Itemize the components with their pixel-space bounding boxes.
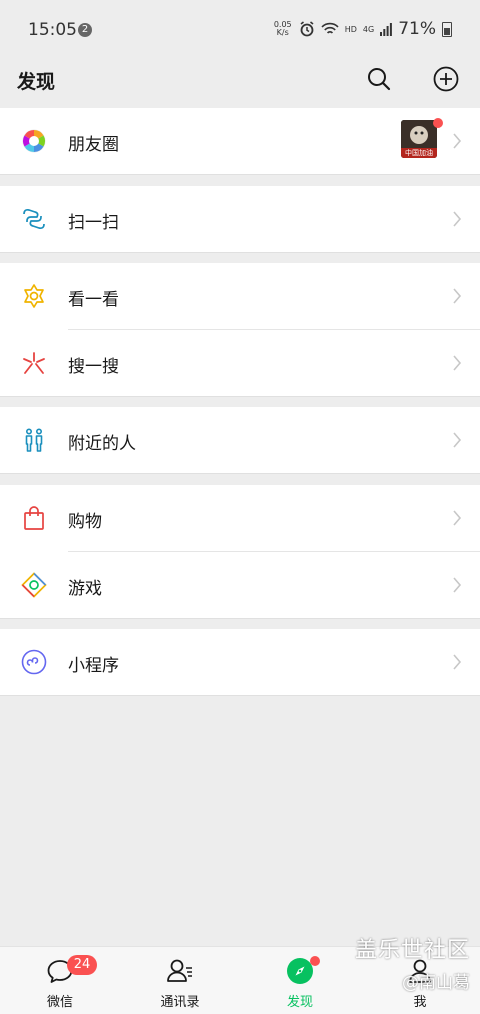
top-stories-icon	[24, 284, 44, 308]
watermark-author: @南山葛	[402, 973, 470, 993]
top-stories-label: 看一看	[68, 290, 119, 310]
games-label: 游戏	[68, 579, 102, 599]
moments-icon	[22, 129, 46, 153]
moments-latest-thumbnail: 中国加油	[401, 120, 437, 158]
status-time: 15:05	[28, 20, 77, 40]
tab-chats-label: 微信	[46, 995, 73, 1010]
chevron-right-icon	[453, 355, 462, 371]
shopping-bag-icon	[24, 506, 44, 530]
status-icons: 0.05 K/s HD 4G 71%	[273, 18, 452, 40]
chevron-right-icon	[453, 654, 462, 670]
tab-discover-label: 发现	[286, 995, 313, 1010]
top-bar: 发现	[0, 60, 480, 106]
section-divider	[0, 252, 480, 253]
section-mini-programs: 小程序	[0, 629, 480, 696]
add-icon[interactable]	[433, 66, 459, 92]
watermark: 盖乐世社区 @南山葛	[355, 932, 470, 993]
chevron-right-icon	[453, 432, 462, 448]
section-stories-search: 看一看 搜一搜	[0, 263, 480, 397]
hd-label: HD	[344, 24, 357, 34]
network-speed: 0.05 K/s	[273, 20, 292, 37]
section-scan: 扫一扫	[0, 186, 480, 253]
section-divider	[0, 174, 480, 175]
chevron-right-icon	[453, 211, 462, 227]
battery-percent: 71%	[398, 19, 436, 39]
section-divider	[0, 618, 480, 619]
moments-new-dot	[433, 118, 443, 128]
tab-contacts-label: 通讯录	[160, 995, 200, 1010]
people-nearby-icon	[25, 428, 43, 452]
section-nearby: 附近的人	[0, 407, 480, 474]
page-title: 发现	[17, 71, 56, 93]
network-type-label: 4G	[362, 24, 375, 34]
section-divider	[0, 695, 480, 696]
chevron-right-icon	[453, 133, 462, 149]
menu-item-games[interactable]: 游戏	[0, 552, 480, 619]
moments-label: 朋友圈	[68, 135, 119, 155]
menu-item-scan[interactable]: 扫一扫	[0, 186, 480, 253]
chevron-right-icon	[453, 577, 462, 593]
menu-item-moments[interactable]: 朋友圈 中国加油	[0, 108, 480, 175]
watermark-community: 盖乐世社区	[354, 938, 470, 963]
alarm-icon	[300, 21, 314, 37]
chevron-right-icon	[453, 288, 462, 304]
menu-item-search[interactable]: 搜一搜	[0, 330, 480, 397]
search-icon[interactable]	[366, 66, 392, 92]
tab-contacts[interactable]: 通讯录	[120, 947, 240, 1014]
shopping-label: 购物	[68, 512, 102, 532]
section-shopping-games: 购物 游戏	[0, 485, 480, 619]
moments-thumb-text: 中国加油	[405, 149, 433, 157]
scan-icon	[23, 208, 45, 230]
people-nearby-label: 附近的人	[68, 434, 136, 454]
mini-programs-label: 小程序	[68, 656, 119, 676]
search-label: 搜一搜	[68, 357, 119, 377]
search-star-icon	[23, 352, 45, 374]
signal-icon	[380, 23, 393, 36]
chats-unread-badge: 24	[67, 955, 97, 975]
section-moments: 朋友圈 中国加油	[0, 108, 480, 175]
tab-chats[interactable]: 24 微信	[0, 947, 120, 1014]
section-divider	[0, 396, 480, 397]
battery-icon	[442, 21, 452, 37]
tab-discover[interactable]: 发现	[240, 947, 360, 1014]
status-bar: 15:05 2 0.05 K/s HD 4G 71%	[0, 0, 480, 60]
menu-item-top-stories[interactable]: 看一看	[0, 263, 480, 330]
mini-programs-icon	[21, 649, 47, 675]
tab-me-label: 我	[413, 995, 427, 1010]
discover-new-dot	[310, 956, 320, 966]
menu-item-shopping[interactable]: 购物	[0, 485, 480, 552]
menu-item-mini-programs[interactable]: 小程序	[0, 629, 480, 696]
scan-label: 扫一扫	[68, 213, 119, 233]
contacts-icon	[167, 959, 192, 982]
wifi-icon	[321, 22, 339, 34]
notification-count-badge: 2	[78, 23, 92, 37]
chevron-right-icon	[453, 510, 462, 526]
menu-item-people-nearby[interactable]: 附近的人	[0, 407, 480, 474]
section-divider	[0, 473, 480, 474]
games-icon	[21, 572, 47, 598]
